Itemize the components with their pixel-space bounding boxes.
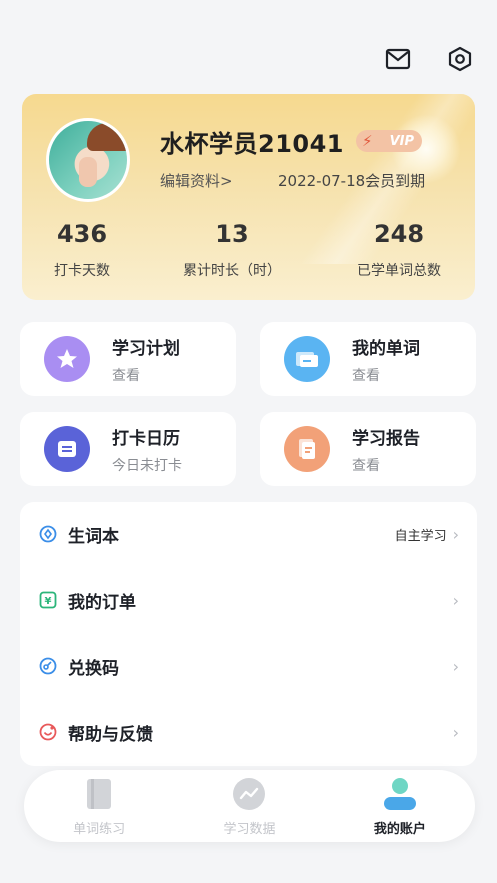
star-icon [44,336,90,382]
profile-card: 水杯学员21041 ⚡ VIP 编辑资料> 2022-07-18会员到期 436… [22,94,475,300]
menu-item-vocab-book[interactable]: 生词本 自主学习 › [20,514,477,554]
menu-item-right: › [453,591,459,610]
tab-label: 单词练习 [73,821,126,837]
menu-item-right: 自主学习 › [395,525,459,544]
chevron-right-icon: › [452,656,459,676]
avatar-hand [79,157,97,187]
stat-checkin-days: 436 打卡天数 [52,220,112,280]
tile-checkin-calendar[interactable]: 打卡日历 今日未打卡 [20,412,236,486]
help-icon [38,722,58,742]
user-icon [382,776,418,812]
menu-item-label: 兑换码 [68,658,119,679]
stat-label: 打卡天数 [54,263,110,279]
menu-item-right: › [453,723,459,742]
tile-subtitle: 查看 [352,457,380,474]
lightning-icon: ⚡ [362,132,373,150]
stat-value: 248 [373,220,425,248]
tile-my-words[interactable]: 我的单词 查看 [260,322,476,396]
tab-label: 学习数据 [223,821,276,837]
menu-item-redeem-code[interactable]: 兑换码 › [20,646,477,686]
tile-title: 学习计划 [112,338,180,359]
chart-icon [231,776,267,812]
tile-subtitle: 今日未打卡 [112,457,182,474]
stat-total-hours: 13 累计时长（时） [167,220,297,280]
menu-list: 生词本 自主学习 › ¥ 我的订单 › 兑换码 › 帮助与反馈 › [20,502,477,766]
avatar-hair [87,123,127,151]
membership-expire-text: 2022-07-18会员到期 [278,172,426,190]
mail-icon[interactable] [383,44,413,74]
tile-title: 打卡日历 [112,428,180,449]
stat-value: 13 [215,220,249,248]
tab-label: 我的账户 [373,821,426,837]
report-icon [284,426,330,472]
menu-item-label: 生词本 [68,526,119,547]
stat-value: 436 [56,220,108,248]
menu-item-my-orders[interactable]: ¥ 我的订单 › [20,580,477,620]
username: 水杯学员21041 [160,130,344,158]
stat-words-learned: 248 已学单词总数 [344,220,454,280]
redeem-icon [38,656,58,676]
chevron-right-icon: › [452,590,459,610]
order-icon: ¥ [38,590,58,610]
menu-item-label: 我的订单 [68,592,136,613]
vip-label: VIP [389,133,414,149]
tile-study-report[interactable]: 学习报告 查看 [260,412,476,486]
tile-title: 学习报告 [352,428,420,449]
avatar[interactable] [46,118,130,202]
tile-study-plan[interactable]: 学习计划 查看 [20,322,236,396]
menu-item-right: › [453,657,459,676]
menu-item-extra: 自主学习 [394,528,447,544]
notebook-icon [38,524,58,544]
tile-subtitle: 查看 [352,367,380,384]
calendar-icon [44,426,90,472]
settings-icon[interactable] [445,44,475,74]
book-icon [81,776,117,812]
menu-item-label: 帮助与反馈 [68,724,153,745]
stat-label: 已学单词总数 [357,263,441,279]
bottom-tab-bar: 单词练习 学习数据 我的账户 [24,770,475,842]
stat-label: 累计时长（时） [183,263,281,279]
edit-profile-link[interactable]: 编辑资料> [160,170,233,191]
chevron-right-icon: › [452,722,459,742]
tab-word-practice[interactable]: 单词练习 [24,770,174,842]
tile-subtitle: 查看 [112,367,140,384]
top-bar [383,44,475,74]
menu-item-help-feedback[interactable]: 帮助与反馈 › [20,712,477,752]
svg-text:¥: ¥ [45,596,52,607]
vip-badge: ⚡ VIP [356,130,422,152]
tab-study-data[interactable]: 学习数据 [174,770,324,842]
tile-title: 我的单词 [352,338,420,359]
chevron-right-icon: › [452,524,459,544]
cards-icon [284,336,330,382]
tab-my-account[interactable]: 我的账户 [325,770,475,842]
